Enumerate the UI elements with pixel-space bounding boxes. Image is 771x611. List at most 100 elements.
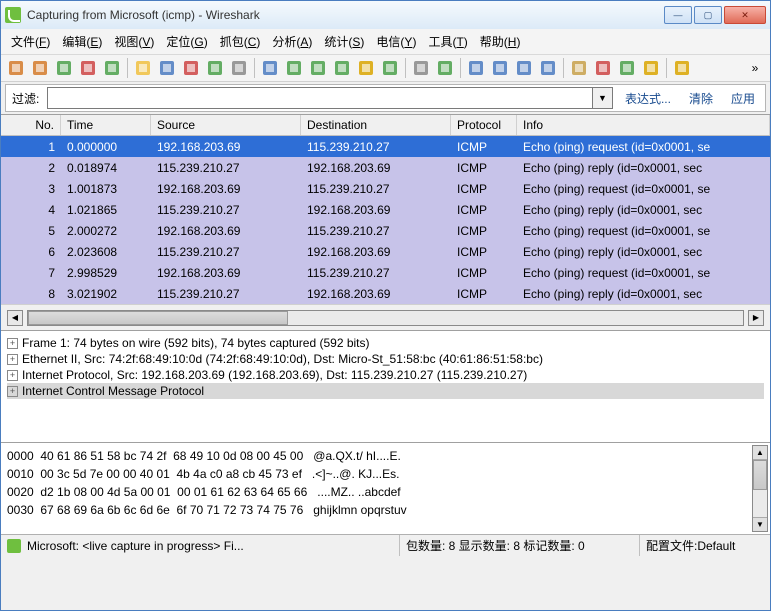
preferences-icon[interactable]: [640, 57, 662, 79]
hex-vertical-scrollbar[interactable]: ▲ ▼: [752, 445, 768, 532]
help-icon[interactable]: [671, 57, 693, 79]
colorize-icon[interactable]: [410, 57, 432, 79]
menu-item-分析[interactable]: 分析(A): [268, 31, 316, 52]
status-profile[interactable]: 配置文件:Default: [640, 535, 770, 556]
packet-list-body[interactable]: 10.000000192.168.203.69115.239.210.27ICM…: [1, 136, 770, 304]
packet-row[interactable]: 62.023608115.239.210.27192.168.203.69ICM…: [1, 241, 770, 262]
hscroll-thumb[interactable]: [28, 311, 288, 325]
print-icon[interactable]: [228, 57, 250, 79]
resize-columns-icon[interactable]: [537, 57, 559, 79]
toolbar: »: [1, 55, 770, 82]
packet-list-pane: No. Time Source Destination Protocol Inf…: [1, 114, 770, 304]
clear-button[interactable]: 清除: [683, 88, 719, 109]
toolbar-separator: [127, 58, 128, 78]
save-icon[interactable]: [156, 57, 178, 79]
col-header-info[interactable]: Info: [517, 115, 770, 135]
auto-scroll-icon[interactable]: [434, 57, 456, 79]
col-header-proto[interactable]: Protocol: [451, 115, 517, 135]
vscroll-down-button[interactable]: ▼: [753, 517, 767, 531]
expand-icon[interactable]: +: [7, 354, 18, 365]
hscroll-right-button[interactable]: ▶: [748, 310, 764, 326]
find-icon[interactable]: [259, 57, 281, 79]
packet-row[interactable]: 10.000000192.168.203.69115.239.210.27ICM…: [1, 136, 770, 157]
toolbar-overflow-button[interactable]: »: [744, 57, 766, 79]
packet-list-header[interactable]: No. Time Source Destination Protocol Inf…: [1, 115, 770, 136]
tree-row[interactable]: +Internet Control Message Protocol: [7, 383, 764, 399]
expand-icon[interactable]: +: [7, 370, 18, 381]
coloring-rules-icon[interactable]: [616, 57, 638, 79]
maximize-button[interactable]: ▢: [694, 6, 722, 24]
menu-item-文件[interactable]: 文件(F): [7, 31, 54, 52]
expression-button[interactable]: 表达式...: [619, 88, 677, 109]
expert-info-icon[interactable]: [7, 539, 21, 553]
go-last-icon[interactable]: [379, 57, 401, 79]
zoom-out-icon[interactable]: [489, 57, 511, 79]
menu-item-视图[interactable]: 视图(V): [110, 31, 158, 52]
go-forward-icon[interactable]: [307, 57, 329, 79]
packet-row[interactable]: 52.000272192.168.203.69115.239.210.27ICM…: [1, 220, 770, 241]
capture-filters-icon[interactable]: [568, 57, 590, 79]
go-to-icon[interactable]: [331, 57, 353, 79]
reload-icon[interactable]: [204, 57, 226, 79]
col-header-src[interactable]: Source: [151, 115, 301, 135]
packet-row[interactable]: 72.998529192.168.203.69115.239.210.27ICM…: [1, 262, 770, 283]
cell-dst: 192.168.203.69: [301, 285, 451, 303]
go-first-icon[interactable]: [355, 57, 377, 79]
restart-capture-icon[interactable]: [101, 57, 123, 79]
col-header-dst[interactable]: Destination: [301, 115, 451, 135]
vscroll-thumb[interactable]: [753, 460, 767, 490]
stop-capture-icon[interactable]: [77, 57, 99, 79]
apply-button[interactable]: 应用: [725, 88, 761, 109]
window-controls: — ▢ ✕: [664, 6, 766, 24]
go-back-icon[interactable]: [283, 57, 305, 79]
interfaces-icon[interactable]: [5, 57, 27, 79]
zoom-in-icon[interactable]: [465, 57, 487, 79]
menu-item-电信[interactable]: 电信(Y): [372, 31, 420, 52]
tree-row[interactable]: +Frame 1: 74 bytes on wire (592 bits), 7…: [7, 335, 764, 351]
vscroll-up-button[interactable]: ▲: [753, 446, 767, 460]
cell-dst: 115.239.210.27: [301, 264, 451, 282]
menu-item-定位[interactable]: 定位(G): [162, 31, 211, 52]
minimize-button[interactable]: —: [664, 6, 692, 24]
packet-bytes-pane[interactable]: 0000 40 61 86 51 58 bc 74 2f 68 49 10 0d…: [1, 442, 770, 534]
cell-src: 115.239.210.27: [151, 285, 301, 303]
col-header-time[interactable]: Time: [61, 115, 151, 135]
menu-item-编辑[interactable]: 编辑(E): [58, 31, 106, 52]
hex-line[interactable]: 0010 00 3c 5d 7e 00 00 40 01 4b 4a c0 a8…: [7, 465, 764, 483]
col-header-no[interactable]: No.: [1, 115, 61, 135]
menu-item-工具[interactable]: 工具(T): [424, 31, 471, 52]
hscroll-track[interactable]: [27, 310, 744, 326]
expand-icon[interactable]: +: [7, 386, 18, 397]
packet-list-hscroll[interactable]: ◀ ▶: [1, 304, 770, 330]
cell-dst: 115.239.210.27: [301, 222, 451, 240]
hex-line[interactable]: 0030 67 68 69 6a 6b 6c 6d 6e 6f 70 71 72…: [7, 501, 764, 519]
menu-item-统计[interactable]: 统计(S): [320, 31, 368, 52]
cell-time: 3.021902: [61, 285, 151, 303]
packet-row[interactable]: 20.018974115.239.210.27192.168.203.69ICM…: [1, 157, 770, 178]
menu-item-抓包[interactable]: 抓包(C): [216, 31, 265, 52]
filter-input[interactable]: [47, 87, 593, 109]
hscroll-left-button[interactable]: ◀: [7, 310, 23, 326]
close-button[interactable]: ✕: [724, 6, 766, 24]
toolbar-separator: [563, 58, 564, 78]
titlebar[interactable]: Capturing from Microsoft (icmp) - Wiresh…: [1, 1, 770, 29]
expand-icon[interactable]: +: [7, 338, 18, 349]
tree-row[interactable]: +Internet Protocol, Src: 192.168.203.69 …: [7, 367, 764, 383]
cell-dst: 192.168.203.69: [301, 243, 451, 261]
status-packet-counts: 包数量: 8 显示数量: 8 标记数量: 0: [400, 535, 640, 556]
start-capture-icon[interactable]: [53, 57, 75, 79]
close-icon[interactable]: [180, 57, 202, 79]
open-icon[interactable]: [132, 57, 154, 79]
packet-details-pane[interactable]: +Frame 1: 74 bytes on wire (592 bits), 7…: [1, 330, 770, 442]
display-filters-icon[interactable]: [592, 57, 614, 79]
menu-item-帮助[interactable]: 帮助(H): [476, 31, 525, 52]
zoom-normal-icon[interactable]: [513, 57, 535, 79]
hex-line[interactable]: 0020 d2 1b 08 00 4d 5a 00 01 00 01 61 62…: [7, 483, 764, 501]
packet-row[interactable]: 83.021902115.239.210.27192.168.203.69ICM…: [1, 283, 770, 304]
packet-row[interactable]: 31.001873192.168.203.69115.239.210.27ICM…: [1, 178, 770, 199]
tree-row[interactable]: +Ethernet II, Src: 74:2f:68:49:10:0d (74…: [7, 351, 764, 367]
hex-line[interactable]: 0000 40 61 86 51 58 bc 74 2f 68 49 10 0d…: [7, 447, 764, 465]
packet-row[interactable]: 41.021865115.239.210.27192.168.203.69ICM…: [1, 199, 770, 220]
filter-dropdown-button[interactable]: ▼: [593, 87, 613, 109]
options-icon[interactable]: [29, 57, 51, 79]
